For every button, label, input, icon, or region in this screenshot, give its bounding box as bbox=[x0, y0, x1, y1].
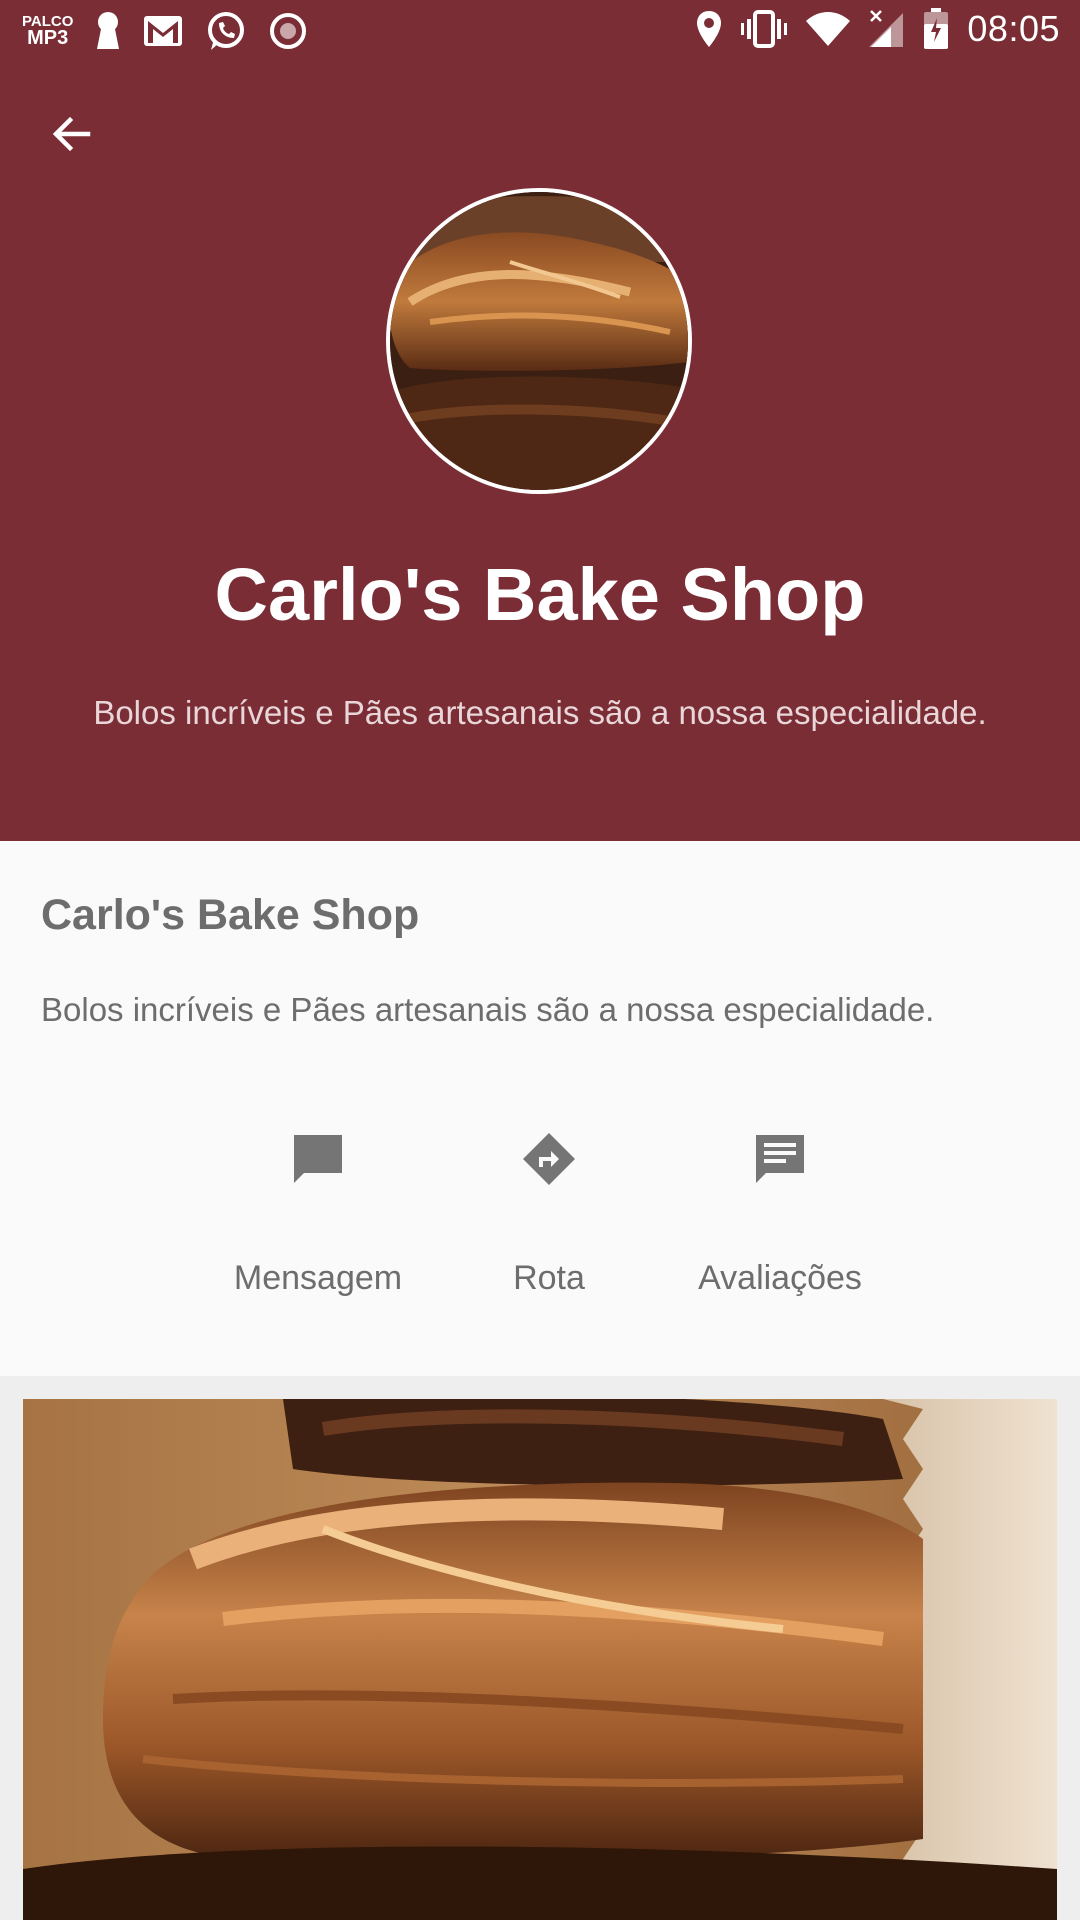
header-subtitle: Bolos incríveis e Pães artesanais são a … bbox=[93, 694, 987, 731]
route-label: Rota bbox=[513, 1259, 585, 1297]
message-button[interactable]: Mensagem bbox=[218, 1131, 418, 1331]
photo-gallery bbox=[0, 1376, 1080, 1920]
arrow-back-icon bbox=[52, 116, 91, 152]
keyhole-icon bbox=[97, 12, 120, 49]
route-button[interactable]: Rota bbox=[449, 1131, 649, 1331]
status-time: 08:05 bbox=[967, 8, 1060, 49]
system-icons: 08:05 bbox=[695, 8, 1060, 50]
battery-icon bbox=[924, 8, 949, 49]
directions-icon bbox=[523, 1133, 575, 1185]
shop-avatar bbox=[386, 188, 692, 494]
status-bar: PALCO MP3 08:05 bbox=[0, 0, 1080, 62]
reviews-icon bbox=[756, 1135, 804, 1183]
header-title: Carlo's Bake Shop bbox=[214, 553, 866, 636]
whatsapp-icon bbox=[208, 12, 245, 50]
palco-text-bottom: MP3 bbox=[27, 27, 69, 49]
reviews-button[interactable]: Avaliações bbox=[680, 1131, 880, 1331]
bread-image bbox=[390, 192, 688, 490]
info-card: Carlo's Bake Shop Bolos incríveis e Pães… bbox=[0, 841, 1080, 1376]
wifi-icon bbox=[806, 12, 851, 46]
shop-name: Carlo's Bake Shop bbox=[41, 891, 420, 939]
message-label: Mensagem bbox=[233, 1259, 403, 1297]
gmail-icon bbox=[144, 16, 183, 46]
reviews-label: Avaliações bbox=[698, 1259, 862, 1297]
location-icon bbox=[697, 11, 722, 47]
message-icon bbox=[294, 1135, 342, 1183]
gallery-photo[interactable] bbox=[23, 1399, 1057, 1920]
notification-icons: PALCO MP3 bbox=[22, 10, 307, 52]
palco-mp3-icon: PALCO MP3 bbox=[22, 14, 73, 49]
profile-header: Carlo's Bake Shop Bolos incríveis e Pães… bbox=[0, 62, 1080, 841]
vibrate-icon bbox=[741, 10, 788, 48]
back-button[interactable] bbox=[36, 98, 108, 170]
bread-photo bbox=[23, 1399, 1057, 1920]
shop-description: Bolos incríveis e Pães artesanais são a … bbox=[41, 991, 935, 1028]
record-icon bbox=[270, 13, 307, 49]
signal-icon bbox=[869, 10, 904, 47]
